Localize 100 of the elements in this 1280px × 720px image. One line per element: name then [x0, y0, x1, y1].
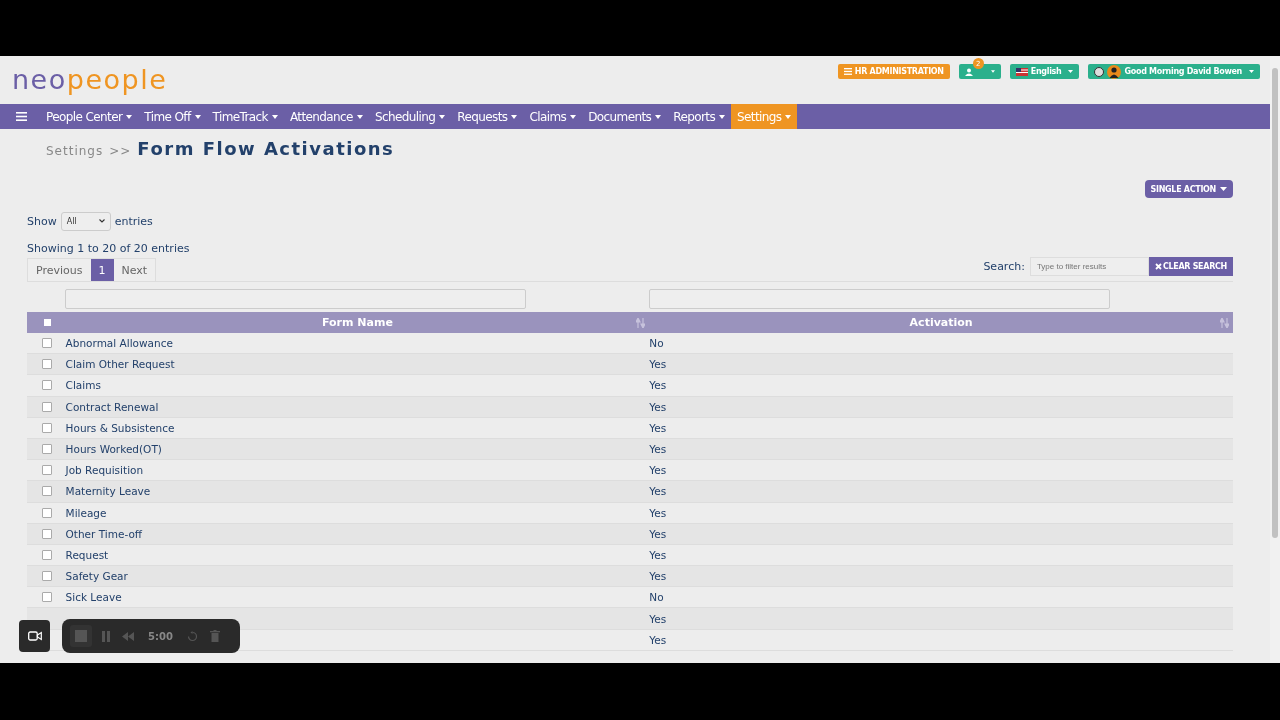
- caret-icon: [785, 114, 792, 119]
- table-cell: Request: [65, 548, 109, 561]
- row-checkbox[interactable]: [42, 507, 53, 518]
- entries-info: Showing 1 to 20 of 20 entries: [26, 241, 191, 257]
- row-checkbox[interactable]: [42, 359, 53, 370]
- caret-icon: [511, 114, 518, 119]
- table-cell: Sick Leave: [65, 591, 122, 604]
- person-icon: [964, 66, 973, 77]
- table-cell: Maternity Leave: [65, 485, 151, 498]
- caret-icon: [271, 114, 278, 119]
- restart-icon: [186, 630, 198, 642]
- trash-icon: [209, 630, 220, 642]
- rewind-button[interactable]: [120, 629, 136, 643]
- caret-icon: [194, 114, 201, 119]
- sort-icon[interactable]: [1220, 317, 1229, 328]
- column-header[interactable]: Form Name: [321, 316, 393, 329]
- table-cell: Yes: [649, 379, 667, 392]
- table-cell: Yes: [649, 485, 667, 498]
- stop-icon: [75, 630, 87, 642]
- nav-menu-item[interactable]: Claims: [523, 104, 583, 129]
- pause-icon: [102, 630, 110, 642]
- caret-icon: [126, 114, 133, 119]
- stop-button[interactable]: [70, 625, 92, 647]
- table-cell: Hours Worked(OT): [65, 443, 162, 456]
- table-cell: Yes: [649, 527, 667, 540]
- breadcrumb-link[interactable]: Settings: [46, 144, 104, 158]
- entries-select[interactable]: All: [60, 211, 111, 231]
- caret-icon: [655, 114, 662, 119]
- caret-icon: [1249, 70, 1254, 73]
- table-cell: No: [649, 591, 664, 604]
- scrollbar[interactable]: [1270, 56, 1280, 663]
- show-label: Show: [27, 214, 57, 228]
- pause-button[interactable]: [100, 628, 112, 644]
- single-action-button[interactable]: SINGLE ACTION: [1144, 180, 1233, 198]
- nav-menu-item[interactable]: Reports: [667, 104, 732, 129]
- clear-search-button[interactable]: CLEAR SEARCH: [1148, 256, 1233, 276]
- camera-button[interactable]: [19, 620, 50, 652]
- recording-time: 5:00: [148, 630, 173, 642]
- breadcrumb-separator: >>: [109, 144, 132, 158]
- table-cell: Contract Renewal: [65, 400, 159, 413]
- search-label: Search:: [983, 259, 1025, 273]
- row-checkbox[interactable]: [42, 422, 53, 433]
- table-cell: Yes: [649, 570, 667, 583]
- logo[interactable]: neopeople: [12, 64, 168, 95]
- globe-icon: [1094, 66, 1105, 77]
- select-all-checkbox[interactable]: [43, 319, 51, 326]
- row-checkbox[interactable]: [42, 380, 53, 391]
- nav-menu-item[interactable]: Requests: [451, 104, 524, 129]
- table-cell: Yes: [649, 612, 667, 625]
- table-cell: Yes: [649, 400, 667, 413]
- table-cell: Claims: [65, 379, 101, 392]
- table-cell: No: [649, 337, 664, 350]
- row-checkbox[interactable]: [42, 571, 53, 582]
- nav-menu-item[interactable]: People Center: [40, 104, 139, 129]
- row-checkbox[interactable]: [42, 338, 53, 349]
- page-title: Form Flow Activations: [137, 138, 395, 159]
- delete-button[interactable]: [207, 628, 222, 644]
- table-cell: Claim Other Request: [65, 358, 175, 371]
- page-button[interactable]: 1: [90, 259, 114, 281]
- caret-icon: [719, 114, 726, 119]
- nav-menu-item[interactable]: Documents: [582, 104, 668, 129]
- row-checkbox[interactable]: [42, 486, 53, 497]
- row-checkbox[interactable]: [42, 444, 53, 455]
- table-cell: Yes: [649, 633, 667, 646]
- video-camera-icon: [27, 631, 42, 641]
- row-checkbox[interactable]: [42, 592, 53, 603]
- table-cell: Job Requisition: [65, 464, 144, 477]
- nav-menu-item[interactable]: Attendance: [283, 104, 369, 129]
- nav-menu-item[interactable]: Time Off: [138, 104, 207, 129]
- table-cell: Yes: [649, 443, 667, 456]
- table-cell: Mileage: [65, 506, 107, 519]
- close-icon: [1154, 262, 1162, 270]
- table-cell: Yes: [649, 548, 667, 561]
- column-filter-field[interactable]: [65, 289, 527, 309]
- table-cell: Abnormal Allowance: [65, 337, 173, 350]
- nav-menu-item[interactable]: Scheduling: [368, 104, 452, 129]
- nav-menu-item[interactable]: TimeTrack: [206, 104, 284, 129]
- row-checkbox[interactable]: [42, 401, 53, 412]
- column-header[interactable]: Activation: [909, 316, 973, 329]
- row-checkbox[interactable]: [42, 549, 53, 560]
- avatar-icon: [1107, 64, 1122, 79]
- sort-icon[interactable]: [636, 317, 646, 328]
- row-checkbox[interactable]: [42, 465, 53, 476]
- caret-icon: [1220, 187, 1227, 191]
- table-cell: Yes: [649, 358, 667, 371]
- entries-label: entries: [114, 214, 153, 228]
- row-checkbox[interactable]: [42, 528, 53, 539]
- caret-icon: [356, 114, 363, 119]
- table-cell: Other Time-off: [65, 527, 143, 540]
- column-filter-field[interactable]: [649, 289, 1110, 309]
- search-field[interactable]: Type to filter results: [1029, 256, 1149, 276]
- menu-icon: [16, 112, 27, 121]
- table-cell: Yes: [649, 421, 667, 434]
- menu-icon: [843, 68, 852, 75]
- flag-icon: [1015, 67, 1028, 76]
- notifications-button[interactable]: [958, 64, 1001, 79]
- table-cell: Safety Gear: [65, 570, 128, 583]
- table-cell: Yes: [649, 506, 667, 519]
- caret-icon: [439, 114, 446, 119]
- table-cell: Hours & Subsistence: [65, 421, 175, 434]
